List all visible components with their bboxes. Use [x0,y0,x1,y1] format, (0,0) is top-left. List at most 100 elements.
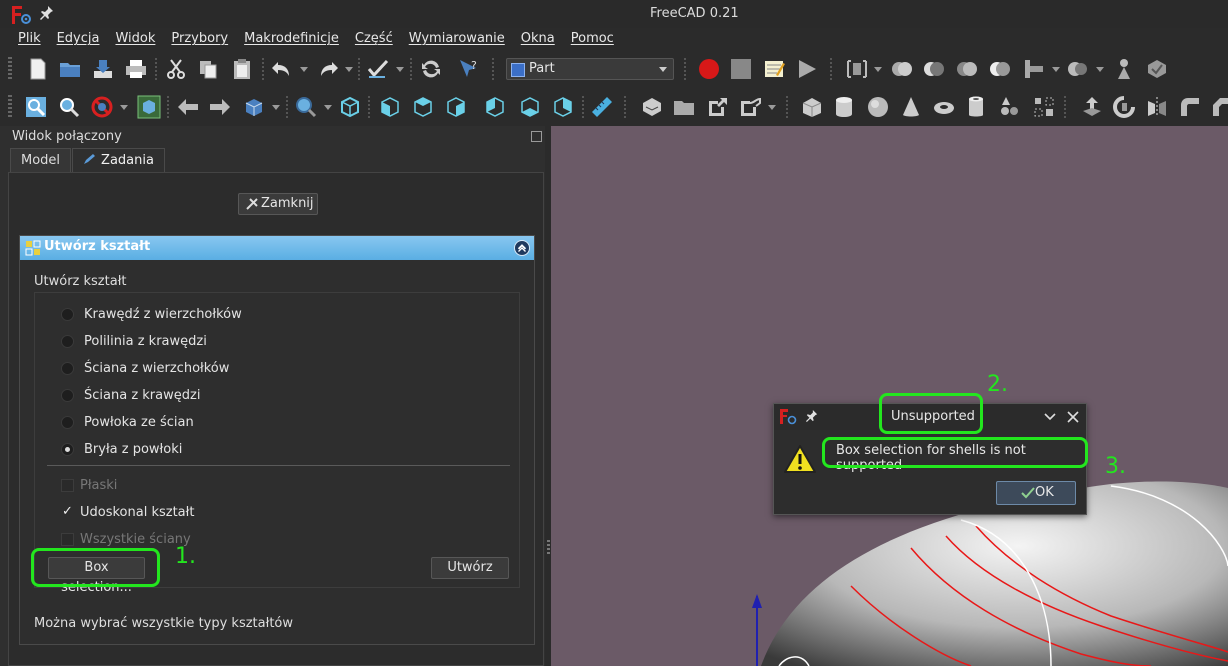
part-tube-icon[interactable] [964,95,988,119]
menu-file[interactable]: Plik [18,28,41,50]
part-mirror-icon[interactable] [1145,95,1169,119]
part-cylinder-icon[interactable] [832,95,856,119]
macro-record-icon[interactable] [697,57,721,81]
part-chamfer-icon[interactable] [1210,95,1228,119]
menu-macro[interactable]: Makrodefinicje [244,28,339,50]
part-extrude-icon[interactable] [1080,95,1104,119]
menu-help[interactable]: Pomoc [571,28,614,50]
part-fillet-icon[interactable] [1178,95,1202,119]
part-split-icon[interactable] [1066,57,1090,81]
new-document-icon[interactable] [26,57,50,81]
part-box-icon[interactable] [800,95,824,119]
recompute-icon[interactable] [419,57,443,81]
menu-windows[interactable]: Okna [521,28,555,50]
radio-wire-from-edges[interactable]: Polilinia z krawędzi [61,332,207,350]
chevron-down-icon[interactable] [1043,410,1057,424]
radio-edge-from-vertices[interactable]: Krawędź z wierzchołków [61,305,242,323]
save-icon[interactable] [91,57,115,81]
radio-face-from-edges[interactable]: Ściana z krawędzi [61,386,200,404]
radio-button[interactable] [61,361,74,375]
view-zoom-icon[interactable] [294,95,318,119]
create-part-icon[interactable] [640,95,664,119]
radio-button[interactable] [61,415,74,429]
view-bottom-icon[interactable] [518,95,542,119]
std-views-icon[interactable] [845,57,869,81]
splitter-handle[interactable] [547,540,550,556]
redo-icon[interactable] [316,57,340,81]
menu-part[interactable]: Część [355,28,393,50]
view-isometric-icon[interactable] [338,95,362,119]
menu-edit[interactable]: Edycja [57,28,100,50]
macro-play-icon[interactable] [795,57,819,81]
print-icon[interactable] [124,57,148,81]
menu-measure[interactable]: Wymiarowanie [409,28,505,50]
refresh-recompute-icon[interactable] [366,57,390,81]
workbench-selector[interactable]: Part [506,58,674,80]
part-primitives-icon[interactable] [998,95,1022,119]
draw-style-icon[interactable] [90,95,114,119]
paste-icon[interactable] [230,57,254,81]
macro-stop-icon[interactable] [729,57,753,81]
view-right-icon[interactable] [444,95,468,119]
checkbox-checked[interactable] [61,504,74,519]
checkbox-refine-shape[interactable]: Udoskonal kształt [61,503,194,521]
checkbox[interactable] [61,532,74,546]
part-fuse-icon[interactable] [890,57,914,81]
part-compound-icon[interactable] [1112,57,1136,81]
checkbox-all-faces[interactable]: Wszystkie ściany [61,530,191,548]
menu-view[interactable]: Widok [115,28,155,50]
close-icon[interactable] [1066,410,1080,424]
part-section-icon[interactable] [988,57,1012,81]
radio-button[interactable] [61,334,74,348]
radio-button-selected[interactable] [61,442,74,456]
view-left-icon[interactable] [551,95,575,119]
fit-selection-icon[interactable] [57,95,81,119]
view-rear-icon[interactable] [483,95,507,119]
measure-ruler-icon[interactable] [590,95,614,119]
close-task-button[interactable]: Zamknij [238,193,318,215]
radio-button[interactable] [61,388,74,402]
radio-shell-from-faces[interactable]: Powłoka ze ścian [61,413,194,431]
shape-builder-icon[interactable] [1032,95,1056,119]
back-arrow-icon[interactable] [176,95,200,119]
part-revolve-icon[interactable] [1112,95,1136,119]
fit-all-icon[interactable] [24,95,48,119]
part-sphere-icon[interactable] [866,95,890,119]
forward-arrow-icon[interactable] [208,95,232,119]
navigation-cube-icon[interactable] [242,95,266,119]
undo-icon[interactable] [270,57,294,81]
macro-edit-icon[interactable] [762,57,786,81]
radio-face-from-vertices[interactable]: Ściana z wierzchołków [61,359,229,377]
radio-solid-from-shell[interactable]: Bryła z powłoki [61,440,182,458]
create-button[interactable]: Utwórz [431,557,509,579]
open-folder-icon[interactable] [58,57,82,81]
checkbox[interactable] [61,478,74,492]
bounding-box-icon[interactable] [137,95,161,119]
view-top-icon[interactable] [411,95,435,119]
radio-button[interactable] [61,307,74,321]
pin-icon[interactable] [806,409,818,423]
cut-icon[interactable] [164,57,188,81]
tab-model[interactable]: Model [10,148,72,172]
part-torus-icon[interactable] [932,95,956,119]
checkbox-planar[interactable]: Płaski [61,476,117,494]
part-common-icon[interactable] [955,57,979,81]
float-panel-icon[interactable] [531,131,542,142]
part-cut-icon[interactable] [922,57,946,81]
link-actions-icon[interactable] [738,95,762,119]
ok-button[interactable]: OK [996,481,1076,505]
toolbar-grip[interactable] [8,95,12,119]
whats-this-icon[interactable]: ? [457,57,481,81]
create-link-icon[interactable] [706,95,730,119]
part-workbench-icon [511,63,525,77]
part-check-icon[interactable] [1145,57,1169,81]
collapse-icon[interactable] [514,240,530,256]
part-cone-icon[interactable] [899,95,923,119]
copy-icon[interactable] [196,57,220,81]
view-front-icon[interactable] [378,95,402,119]
toolbar-grip[interactable] [8,57,12,81]
part-join-icon[interactable] [1022,57,1046,81]
create-group-icon[interactable] [672,95,696,119]
tab-tasks[interactable]: Zadania [72,148,165,172]
menu-tools[interactable]: Przybory [171,28,228,50]
